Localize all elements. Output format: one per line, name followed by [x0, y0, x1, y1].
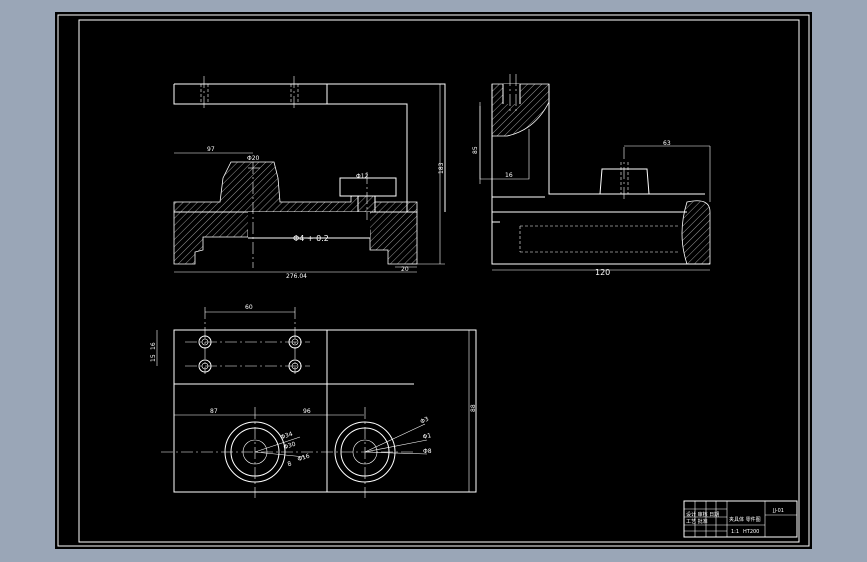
- dim-side-height: 85: [472, 146, 479, 154]
- dim-plan-left-b: 15: [150, 354, 157, 362]
- title-block-code: JJ-01: [772, 508, 784, 514]
- dim-height-main: 183: [438, 162, 445, 174]
- dim-pin: Φ12: [356, 173, 369, 180]
- title-block-scale: 1:1: [731, 529, 739, 535]
- dim-hole-ra: Φ3: [419, 415, 430, 425]
- dim-top-left: 97: [207, 146, 215, 153]
- drawing-viewport[interactable]: 97 Φ20 Φ12 Φ4 + 0.2 276.04 20 183 63 85 …: [55, 12, 812, 549]
- dim-right-edge: 20: [401, 266, 409, 273]
- title-block-row2: 工艺 批准: [686, 518, 708, 525]
- dim-boss: Φ20: [247, 155, 260, 162]
- dim-side-width: 120: [595, 268, 610, 277]
- dim-overall-length: 276.04: [286, 273, 307, 280]
- dim-plan-top: 60: [245, 304, 253, 311]
- outer-border: [57, 14, 810, 547]
- title-block-row1: 设计 审核 日期: [686, 511, 719, 518]
- side-view: 63 85 16 120: [472, 74, 711, 277]
- plan-view: 60 16 15 87 96 Φ34 Φ30 Φ16 8 Φ3 Φ1 Φ8 88: [150, 304, 477, 498]
- dim-hole-rb: Φ1: [422, 432, 432, 441]
- dim-side-top: 63: [663, 140, 671, 147]
- dim-hole-d16: Φ16: [297, 453, 311, 464]
- dim-bore-tolerance: Φ4 + 0.2: [293, 234, 329, 243]
- dim-plan-center-left: 87: [210, 408, 218, 415]
- title-block: 设计 审核 日期 工艺 批准 夹具体 零件图 1:1 HT200 JJ-01: [683, 500, 798, 538]
- dim-plan-left-a: 16: [150, 342, 157, 350]
- front-view: 97 Φ20 Φ12 Φ4 + 0.2 276.04 20 183: [173, 76, 446, 280]
- title-block-material: HT200: [743, 529, 759, 535]
- dim-plan-center-right: 96: [303, 408, 311, 415]
- inner-border: [78, 19, 800, 543]
- dim-hole-rc: Φ8: [423, 448, 432, 455]
- dim-side-small: 16: [505, 172, 513, 179]
- title-block-name: 夹具体 零件图: [729, 516, 761, 523]
- dim-plan-right-height: 88: [470, 404, 477, 412]
- cad-drawing: 97 Φ20 Φ12 Φ4 + 0.2 276.04 20 183 63 85 …: [57, 14, 810, 547]
- dim-hole-d8: 8: [287, 460, 293, 468]
